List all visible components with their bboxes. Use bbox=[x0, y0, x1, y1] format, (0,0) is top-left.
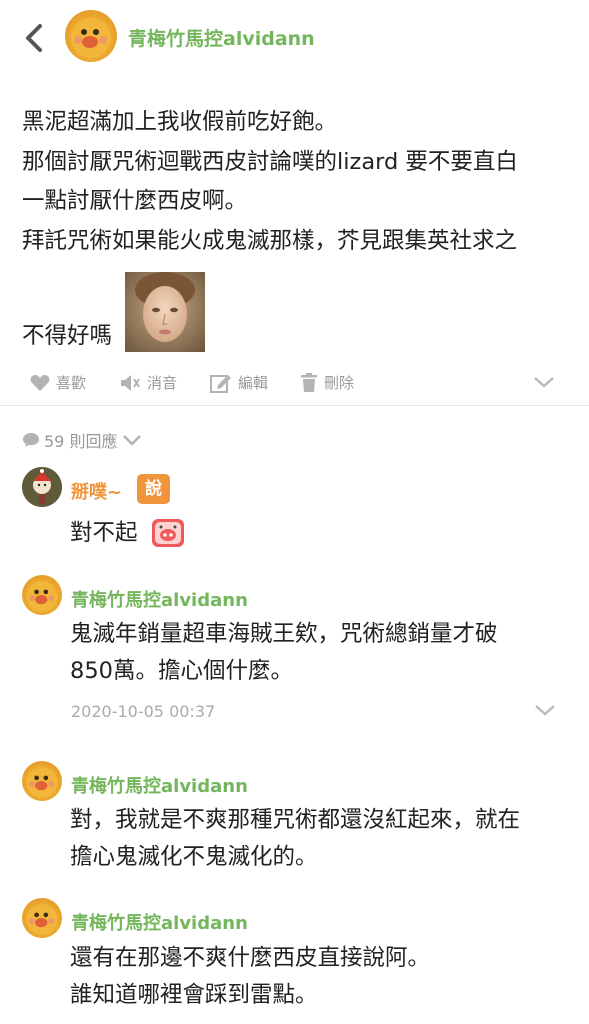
post-emoticon-image bbox=[125, 272, 205, 352]
duck-avatar-icon bbox=[26, 767, 58, 798]
reply-2-line-2: 850萬。擔心個什麼。 bbox=[70, 658, 293, 684]
sad-emoticon bbox=[150, 516, 186, 554]
comment-icon bbox=[23, 433, 39, 447]
post-line-3: 一點討厭什麼西皮啊。 bbox=[22, 188, 248, 214]
reply-1-avatar[interactable] bbox=[22, 467, 62, 507]
post-line-1: 黑泥超滿加上我收假前吃好飽。 bbox=[22, 109, 338, 135]
reply-3-line-1: 對，我就是不爽那種咒術都還沒紅起來，就在 bbox=[70, 807, 521, 833]
header-username[interactable]: 青梅竹馬控alvidann bbox=[128, 24, 315, 51]
duck-avatar-icon bbox=[71, 18, 111, 58]
reply-1-badge: 說 bbox=[137, 474, 170, 504]
edit-icon bbox=[210, 374, 231, 393]
back-button[interactable] bbox=[18, 20, 50, 56]
speaker-mute-icon bbox=[121, 374, 140, 391]
pig-face-icon bbox=[152, 519, 184, 547]
reply-2-avatar[interactable] bbox=[22, 575, 62, 615]
mute-button[interactable]: 消音 bbox=[119, 372, 177, 393]
duck-avatar-icon bbox=[26, 581, 58, 612]
replies-count: 59 則回應 bbox=[44, 432, 118, 451]
delete-button[interactable]: 刪除 bbox=[300, 372, 354, 393]
post-line-5: 不得好嗎 bbox=[22, 323, 113, 349]
reply-2-timestamp: 2020-10-05 00:37 bbox=[71, 702, 216, 721]
reply-3-line-2: 擔心鬼滅化不鬼滅化的。 bbox=[70, 844, 318, 870]
reply-3-avatar[interactable] bbox=[22, 761, 62, 801]
like-button[interactable]: 喜歡 bbox=[30, 372, 86, 393]
reply-2-line-1: 鬼滅年銷量超車海賊王欸，咒術總銷量才破 bbox=[70, 621, 498, 647]
reply-4-line-2: 誰知道哪裡會踩到雷點。 bbox=[70, 982, 318, 1008]
replies-toggle[interactable]: 59 則回應 bbox=[22, 428, 143, 452]
reply-4-username[interactable]: 青梅竹馬控alvidann bbox=[71, 909, 248, 935]
chevron-down-icon bbox=[534, 377, 554, 388]
edit-button[interactable]: 編輯 bbox=[210, 372, 268, 393]
reply-4-avatar[interactable] bbox=[22, 898, 62, 938]
reply-1-username[interactable]: 掰噗~ bbox=[71, 478, 122, 504]
more-options-button[interactable] bbox=[532, 374, 556, 394]
heart-icon bbox=[30, 374, 50, 391]
reply-2-username[interactable]: 青梅竹馬控alvidann bbox=[71, 586, 248, 612]
chevron-left-icon bbox=[26, 24, 42, 52]
post-line-4: 拜託咒術如果能火成鬼滅那樣，芥見跟集英社求之 bbox=[22, 228, 518, 254]
post-line-2: 那個討厭咒術迴戰西皮討論噗的lizard 要不要直白 bbox=[22, 149, 518, 175]
chevron-down-icon bbox=[123, 435, 142, 446]
trash-icon bbox=[301, 372, 317, 392]
reply-3-username[interactable]: 青梅竹馬控alvidann bbox=[71, 772, 248, 798]
reply-2-more-button[interactable] bbox=[533, 702, 557, 722]
reply-4-line-1: 還有在那邊不爽什麼西皮直接說阿。 bbox=[70, 945, 431, 971]
divider bbox=[0, 405, 589, 406]
reply-1-text: 對不起 bbox=[70, 520, 138, 546]
chevron-down-icon bbox=[535, 705, 555, 716]
header-avatar[interactable] bbox=[65, 10, 117, 62]
bot-avatar-icon bbox=[22, 467, 62, 507]
duck-avatar-icon bbox=[26, 904, 58, 935]
